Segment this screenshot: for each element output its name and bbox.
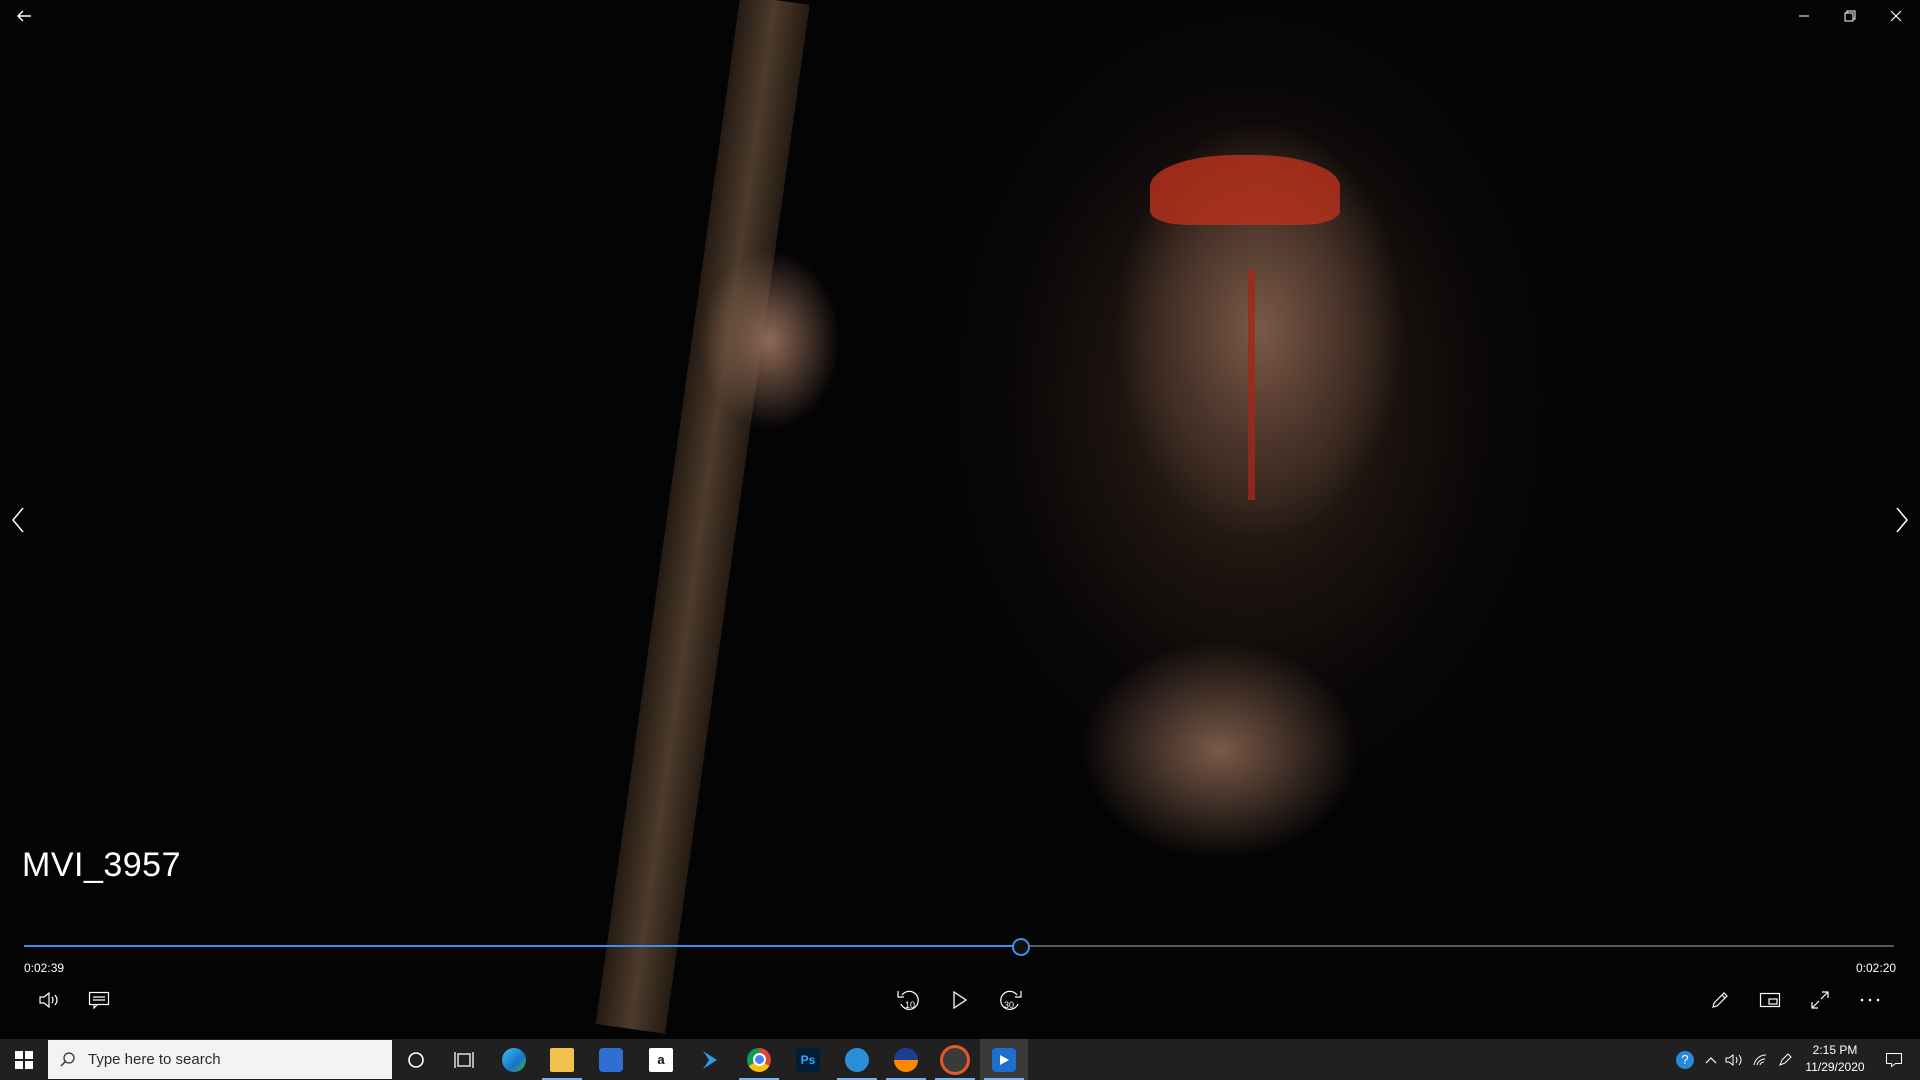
- edge-icon: [502, 1047, 526, 1072]
- restore-button[interactable]: [1832, 0, 1868, 32]
- chrome-icon: [747, 1047, 771, 1072]
- show-hidden-icons-button[interactable]: [1700, 1039, 1722, 1080]
- media-icon: [940, 1044, 970, 1075]
- taskbar-app-movies-tv[interactable]: [980, 1039, 1028, 1080]
- pencil-icon: [1712, 992, 1728, 1008]
- video-content-facepaint-line: [1248, 270, 1255, 500]
- start-button[interactable]: [0, 1039, 48, 1080]
- seek-bar[interactable]: [24, 938, 1894, 956]
- cortana-icon: [408, 1051, 424, 1068]
- seek-thumb[interactable]: [1011, 938, 1030, 956]
- taskbar-app-edge[interactable]: [490, 1039, 538, 1080]
- previous-button[interactable]: [4, 500, 32, 540]
- video-content-hand: [700, 250, 840, 430]
- back-arrow-icon: [17, 10, 31, 22]
- mini-view-icon: [1759, 992, 1781, 1008]
- wifi-icon: [1753, 1053, 1767, 1065]
- play-icon: [953, 991, 968, 1009]
- task-view-icon: [454, 1051, 474, 1068]
- volume-tray-button[interactable]: [1722, 1039, 1746, 1080]
- taskbar-app-visual-studio[interactable]: [686, 1039, 734, 1080]
- pen-tray-button[interactable]: [1774, 1039, 1796, 1080]
- close-button[interactable]: [1878, 0, 1914, 32]
- file-explorer-icon: [550, 1047, 574, 1072]
- more-icon: [1860, 998, 1880, 1002]
- video-content-hand-outstretched: [1080, 640, 1360, 860]
- seek-progress: [24, 945, 1021, 947]
- network-tray-button[interactable]: [1748, 1039, 1772, 1080]
- search-placeholder: Type here to search: [88, 1051, 221, 1068]
- video-title: MVI_3957: [22, 846, 181, 884]
- help-icon: ?: [1676, 1050, 1694, 1069]
- skip-back-10-icon: 10: [897, 990, 919, 1010]
- search-icon: [48, 1051, 88, 1068]
- taskbar-app-store[interactable]: [587, 1039, 635, 1080]
- taskbar-app-file-explorer[interactable]: [538, 1039, 586, 1080]
- chevron-left-icon: [12, 507, 24, 533]
- movies-tv-icon: [992, 1047, 1016, 1072]
- app-icon: [845, 1047, 869, 1072]
- taskbar-app-amazon[interactable]: a: [637, 1039, 685, 1080]
- expand-icon: [1811, 991, 1829, 1009]
- notification-icon: [1886, 1052, 1902, 1067]
- help-tray-button[interactable]: ?: [1670, 1039, 1700, 1080]
- close-icon: [1890, 10, 1902, 22]
- taskbar-app-chrome[interactable]: [735, 1039, 783, 1080]
- restore-icon: [1844, 10, 1856, 22]
- cortana-button[interactable]: [392, 1039, 440, 1080]
- action-center-button[interactable]: [1874, 1039, 1914, 1080]
- more-button[interactable]: [1850, 984, 1890, 1016]
- taskbar-app-media[interactable]: [931, 1039, 979, 1080]
- video-frame[interactable]: [0, 0, 1920, 1039]
- taskbar-app-vlc[interactable]: [882, 1039, 930, 1080]
- visual-studio-icon: [703, 1050, 717, 1069]
- clock-time: 2:15 PM: [1812, 1043, 1858, 1057]
- chevron-up-icon: [1705, 1056, 1717, 1063]
- edit-button[interactable]: [1700, 984, 1740, 1016]
- captions-icon: [88, 991, 110, 1009]
- chevron-right-icon: [1896, 507, 1908, 533]
- photoshop-icon: Ps: [796, 1047, 820, 1072]
- store-icon: [599, 1047, 623, 1072]
- task-view-button[interactable]: [440, 1039, 488, 1080]
- taskbar: Type here to search a Ps ? 2:15 PM 11/29…: [0, 1039, 1920, 1080]
- video-content-staff: [595, 0, 810, 1034]
- skip-back-button[interactable]: 10: [889, 984, 929, 1016]
- video-content-facepaint: [1150, 155, 1340, 225]
- taskbar-clock[interactable]: 2:15 PM 11/29/2020: [1796, 1042, 1874, 1076]
- amazon-icon: a: [649, 1047, 673, 1072]
- windows-logo-icon: [15, 1050, 33, 1069]
- svg-text:30: 30: [1004, 1000, 1014, 1010]
- taskbar-app-blue[interactable]: [833, 1039, 881, 1080]
- clock-date: 11/29/2020: [1805, 1060, 1865, 1074]
- fullscreen-button[interactable]: [1800, 984, 1840, 1016]
- vlc-icon: [894, 1047, 918, 1072]
- next-button[interactable]: [1888, 500, 1916, 540]
- pen-icon: [1779, 1052, 1792, 1066]
- play-button[interactable]: [940, 984, 980, 1016]
- mini-view-button[interactable]: [1750, 984, 1790, 1016]
- skip-forward-30-icon: 30: [1000, 990, 1022, 1010]
- volume-icon: [39, 991, 58, 1009]
- volume-button[interactable]: [29, 984, 69, 1016]
- minimize-button[interactable]: [1786, 0, 1822, 32]
- svg-text:10: 10: [905, 1000, 915, 1010]
- skip-forward-button[interactable]: 30: [990, 984, 1030, 1016]
- remaining-time: 0:02:20: [1856, 961, 1897, 975]
- elapsed-time: 0:02:39: [24, 961, 65, 975]
- captions-button[interactable]: [79, 984, 119, 1016]
- speaker-icon: [1725, 1053, 1742, 1066]
- minimize-icon: [1799, 15, 1809, 17]
- taskbar-search[interactable]: Type here to search: [48, 1040, 392, 1079]
- taskbar-app-photoshop[interactable]: Ps: [784, 1039, 832, 1080]
- back-button[interactable]: [8, 2, 40, 30]
